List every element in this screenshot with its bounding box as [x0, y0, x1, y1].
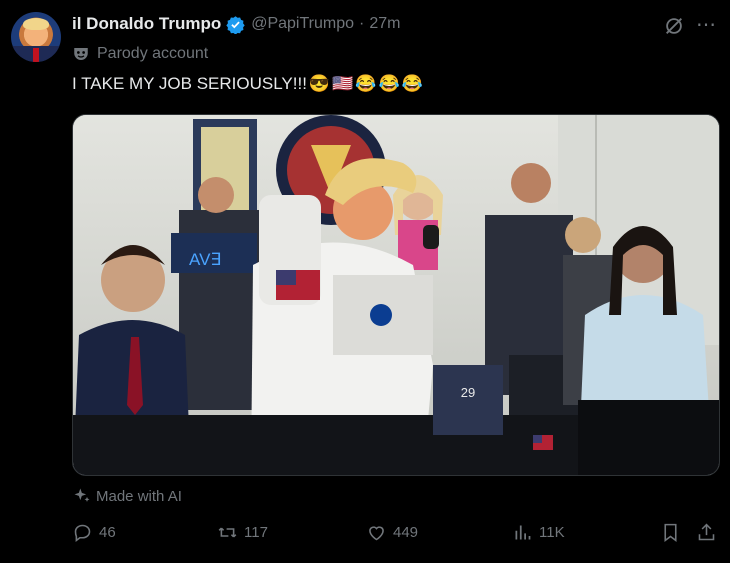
repost-button[interactable]: 117	[217, 522, 268, 543]
grok-icon[interactable]	[663, 15, 685, 37]
reply-icon	[74, 524, 91, 542]
mission-control-scene: AV∃ 29	[73, 115, 719, 475]
reply-count: 46	[99, 524, 116, 541]
more-icon[interactable]: ⋯	[696, 14, 718, 36]
screen-text: AV∃	[189, 250, 221, 269]
emoji-laughing: 😂	[401, 74, 423, 93]
separator-dot: ·	[359, 15, 365, 32]
like-count: 449	[393, 524, 419, 541]
post-image[interactable]: AV∃ 29	[72, 114, 720, 476]
reply-button[interactable]: 46	[72, 522, 116, 543]
like-button[interactable]: 449	[366, 522, 418, 543]
parody-text: Parody account	[97, 45, 209, 62]
emoji-laughing: 😂	[378, 74, 400, 93]
emoji-sunglasses: 😎	[308, 74, 331, 93]
made-with-ai-text: Made with AI	[96, 487, 182, 505]
made-with-ai-label[interactable]: Made with AI	[72, 486, 182, 506]
repost-count: 117	[244, 524, 268, 541]
post-body: I TAKE MY JOB SERIOUSLY!!!	[72, 74, 307, 93]
views-count: 11K	[539, 524, 565, 541]
patch-number: 29	[461, 385, 475, 400]
like-icon	[369, 526, 384, 541]
repost-icon	[218, 527, 237, 538]
verified-badge-icon[interactable]	[226, 15, 245, 34]
author-row: il Donaldo Trumpo @PapiTrumpo · 27m	[72, 14, 400, 34]
post-text: I TAKE MY JOB SERIOUSLY!!! 😎 🇺🇸 😂 😂 😂	[72, 74, 423, 94]
action-bar: 46 117 449 11K	[72, 522, 722, 548]
share-icon	[698, 523, 715, 541]
display-name[interactable]: il Donaldo Trumpo	[72, 14, 221, 34]
emoji-us-flag: 🇺🇸	[332, 74, 354, 93]
sparkle-icon	[74, 488, 90, 502]
emoji-laughing: 😂	[355, 74, 377, 93]
timestamp[interactable]: 27m	[369, 15, 400, 33]
handle[interactable]: @PapiTrumpo	[251, 15, 354, 33]
bookmark-button[interactable]	[660, 522, 687, 543]
parody-mask-icon	[74, 48, 88, 60]
share-button[interactable]	[696, 522, 723, 543]
bookmark-icon	[664, 523, 677, 542]
views-icon	[515, 525, 531, 540]
avatar[interactable]	[11, 12, 61, 62]
views-button[interactable]: 11K	[512, 522, 565, 543]
parody-label: Parody account	[72, 45, 208, 63]
